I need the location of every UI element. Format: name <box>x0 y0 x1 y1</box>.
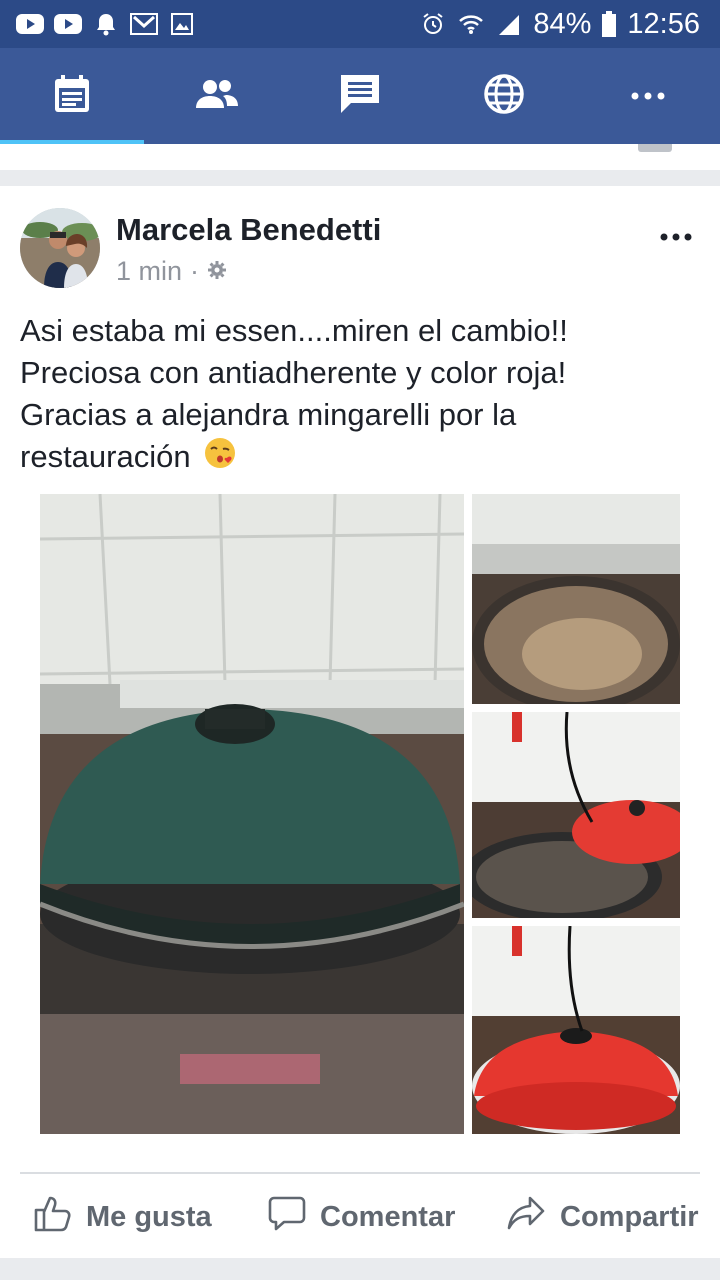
camera-icon[interactable] <box>638 144 672 152</box>
tab-notifications[interactable] <box>432 48 576 144</box>
globe-icon <box>483 73 525 120</box>
meta-separator: · <box>190 256 200 286</box>
avatar[interactable] <box>20 208 100 288</box>
post-text-line: Preciosa con antiadherente y color roja! <box>20 355 567 390</box>
tab-news-feed[interactable] <box>0 48 144 144</box>
post-author[interactable]: Marcela Benedetti <box>116 212 381 248</box>
alarm-icon <box>419 13 447 35</box>
share-arrow-icon <box>506 1195 546 1239</box>
status-bar: 84% 12:56 <box>0 0 720 48</box>
post-text-line: restauración <box>20 436 700 481</box>
post-photo-after[interactable] <box>472 926 680 1134</box>
post-time[interactable]: 1 min <box>116 256 182 287</box>
post-options-button[interactable] <box>660 228 692 246</box>
signal-icon <box>495 13 523 35</box>
messenger-icon <box>339 73 381 120</box>
comment-label: Comentar <box>320 1200 456 1233</box>
comment-bubble-icon <box>268 1194 306 1240</box>
share-label: Compartir <box>560 1200 699 1233</box>
news-feed-icon <box>53 74 91 119</box>
post-photo-during[interactable] <box>472 712 680 918</box>
post-text-line: Gracias a alejandra mingarelli por la <box>20 397 517 432</box>
like-button[interactable]: Me gusta <box>32 1192 212 1242</box>
clock: 12:56 <box>627 7 700 40</box>
post-meta: 1 min · <box>116 256 227 287</box>
battery-icon <box>601 11 617 37</box>
post-card: Marcela Benedetti 1 min · Asi estaba mi … <box>0 186 720 1258</box>
gear-icon <box>207 256 227 287</box>
more-dots-icon <box>660 228 692 245</box>
top-nav-bar <box>0 48 720 144</box>
thumbs-up-icon <box>32 1193 72 1241</box>
friends-icon <box>193 78 239 115</box>
tab-friends[interactable] <box>144 48 288 144</box>
notification-bell-icon <box>92 13 120 36</box>
battery-percent: 84% <box>533 7 592 40</box>
post-text-line: Asi estaba mi essen....miren el cambio!! <box>20 313 568 348</box>
youtube-icon <box>54 13 82 35</box>
share-button[interactable]: Compartir <box>506 1192 699 1242</box>
kiss-emoji-icon <box>203 436 237 481</box>
youtube-icon <box>16 13 44 35</box>
tab-messages[interactable] <box>288 48 432 144</box>
tab-more[interactable] <box>576 48 720 144</box>
action-divider <box>20 1172 700 1174</box>
post-text: Asi estaba mi essen....miren el cambio!!… <box>20 310 700 481</box>
post-photo-main[interactable] <box>40 494 464 1134</box>
comment-button[interactable]: Comentar <box>268 1192 455 1242</box>
gallery-icon <box>168 13 196 35</box>
composer-strip <box>0 144 720 170</box>
gmail-icon <box>130 13 158 35</box>
wifi-icon <box>457 13 485 35</box>
post-photo-before[interactable] <box>472 494 680 704</box>
like-label: Me gusta <box>86 1200 212 1233</box>
more-dots-icon <box>631 87 665 105</box>
